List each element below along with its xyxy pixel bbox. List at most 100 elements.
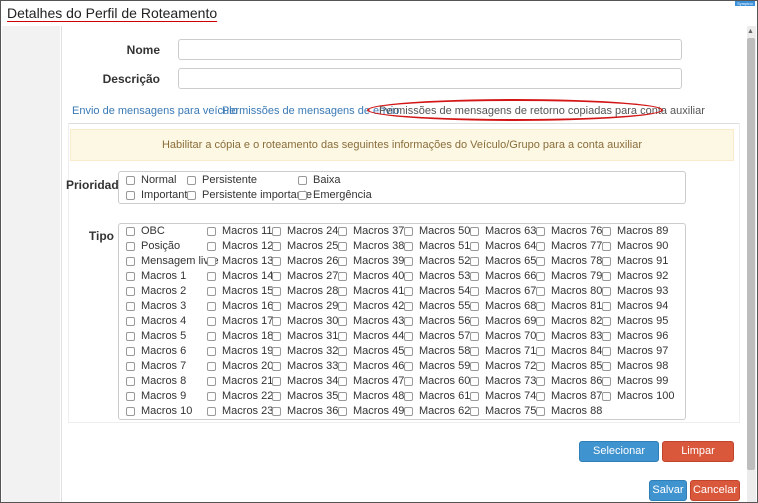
checkbox-tipo-item[interactable]: Macros 28 bbox=[272, 285, 338, 297]
checkbox-box[interactable] bbox=[338, 361, 347, 371]
checkbox-box[interactable] bbox=[470, 301, 479, 311]
checkbox-tipo-item[interactable]: Macros 19 bbox=[207, 345, 273, 357]
checkbox-box[interactable] bbox=[207, 226, 216, 236]
checkbox-box[interactable] bbox=[404, 361, 413, 371]
checkbox-box[interactable] bbox=[536, 286, 545, 296]
checkbox-box[interactable] bbox=[536, 256, 545, 266]
checkbox-box[interactable] bbox=[207, 406, 216, 416]
checkbox-tipo-item[interactable]: Macros 100 bbox=[602, 390, 674, 402]
checkbox-prioridade-normal[interactable]: Normal bbox=[126, 174, 176, 186]
checkbox-tipo-item[interactable]: Macros 13 bbox=[207, 255, 273, 267]
checkbox-prioridade-persistente[interactable]: Persistente bbox=[187, 174, 257, 186]
checkbox-tipo-item[interactable]: Macros 69 bbox=[470, 315, 536, 327]
checkbox-box[interactable] bbox=[207, 316, 216, 326]
checkbox-box[interactable] bbox=[207, 376, 216, 386]
checkbox-box[interactable] bbox=[536, 316, 545, 326]
checkbox-tipo-item[interactable]: Macros 64 bbox=[470, 240, 536, 252]
checkbox-box[interactable] bbox=[470, 361, 479, 371]
checkbox-box[interactable] bbox=[536, 361, 545, 371]
checkbox-box[interactable] bbox=[207, 286, 216, 296]
checkbox-tipo-item[interactable]: Macros 48 bbox=[338, 390, 404, 402]
checkbox-tipo-item[interactable]: Macros 12 bbox=[207, 240, 273, 252]
checkbox-tipo-item[interactable]: Macros 25 bbox=[272, 240, 338, 252]
checkbox-box[interactable] bbox=[470, 271, 479, 281]
checkbox-tipo-item[interactable]: Macros 49 bbox=[338, 405, 404, 417]
checkbox-tipo-item[interactable]: Macros 74 bbox=[470, 390, 536, 402]
checkbox-box[interactable] bbox=[338, 286, 347, 296]
checkbox-tipo-item[interactable]: Macros 96 bbox=[602, 330, 668, 342]
checkbox-box[interactable] bbox=[126, 256, 135, 266]
checkbox-box[interactable] bbox=[536, 376, 545, 386]
checkbox-tipo-item[interactable]: Macros 91 bbox=[602, 255, 668, 267]
checkbox-box[interactable] bbox=[126, 241, 135, 251]
checkbox-box[interactable] bbox=[338, 301, 347, 311]
checkbox-tipo-item[interactable]: Macros 83 bbox=[536, 330, 602, 342]
checkbox-box[interactable] bbox=[272, 271, 281, 281]
checkbox-tipo-item[interactable]: Macros 90 bbox=[602, 240, 668, 252]
checkbox-box[interactable] bbox=[126, 301, 135, 311]
descricao-input[interactable] bbox=[178, 68, 682, 89]
checkbox-tipo-item[interactable]: Macros 46 bbox=[338, 360, 404, 372]
checkbox-box[interactable] bbox=[207, 241, 216, 251]
checkbox-tipo-item[interactable]: Macros 11 bbox=[207, 225, 273, 237]
checkbox-box[interactable] bbox=[126, 331, 135, 341]
checkbox-tipo-item[interactable]: Macros 22 bbox=[207, 390, 273, 402]
checkbox-tipo-item[interactable]: Macros 94 bbox=[602, 300, 668, 312]
checkbox-box[interactable] bbox=[404, 286, 413, 296]
checkbox-tipo-item[interactable]: Macros 85 bbox=[536, 360, 602, 372]
checkbox-box[interactable] bbox=[207, 331, 216, 341]
checkbox-tipo-item[interactable]: Macros 57 bbox=[404, 330, 470, 342]
checkbox-box[interactable] bbox=[470, 376, 479, 386]
checkbox-prioridade-persistente-importante[interactable]: Persistente importante bbox=[187, 189, 312, 201]
checkbox-tipo-item[interactable]: Macros 67 bbox=[470, 285, 536, 297]
checkbox-box[interactable] bbox=[536, 406, 545, 416]
checkbox-tipo-item[interactable]: Macros 95 bbox=[602, 315, 668, 327]
checkbox-box[interactable] bbox=[602, 331, 611, 341]
checkbox-tipo-item[interactable]: Macros 61 bbox=[404, 390, 470, 402]
checkbox-tipo-item[interactable]: Macros 37 bbox=[338, 225, 404, 237]
checkbox-box[interactable] bbox=[602, 241, 611, 251]
checkbox-tipo-item[interactable]: Macros 23 bbox=[207, 405, 273, 417]
tab-envio-mensagens-veiculo[interactable]: Envio de mensagens para veículo bbox=[72, 105, 238, 117]
checkbox-tipo-item[interactable]: Macros 7 bbox=[126, 360, 186, 372]
checkbox-box[interactable] bbox=[272, 286, 281, 296]
checkbox-tipo-item[interactable]: Macros 18 bbox=[207, 330, 273, 342]
checkbox-tipo-item[interactable]: Macros 70 bbox=[470, 330, 536, 342]
checkbox-tipo-item[interactable]: Macros 47 bbox=[338, 375, 404, 387]
checkbox-box[interactable] bbox=[602, 286, 611, 296]
checkbox-tipo-item[interactable]: Macros 44 bbox=[338, 330, 404, 342]
checkbox-tipo-item[interactable]: Macros 68 bbox=[470, 300, 536, 312]
checkbox-box[interactable] bbox=[536, 241, 545, 251]
checkbox-box[interactable] bbox=[404, 301, 413, 311]
checkbox-box[interactable] bbox=[536, 391, 545, 401]
checkbox-tipo-item[interactable]: Macros 10 bbox=[126, 405, 192, 417]
checkbox-box[interactable] bbox=[126, 190, 135, 200]
checkbox-box[interactable] bbox=[536, 301, 545, 311]
vertical-scrollbar[interactable]: ▲ bbox=[746, 26, 756, 502]
checkbox-tipo-item[interactable]: Macros 58 bbox=[404, 345, 470, 357]
checkbox-box[interactable] bbox=[470, 286, 479, 296]
checkbox-box[interactable] bbox=[338, 226, 347, 236]
checkbox-box[interactable] bbox=[207, 391, 216, 401]
checkbox-box[interactable] bbox=[126, 271, 135, 281]
checkbox-box[interactable] bbox=[470, 241, 479, 251]
checkbox-tipo-item[interactable]: Macros 60 bbox=[404, 375, 470, 387]
checkbox-box[interactable] bbox=[187, 190, 196, 200]
checkbox-tipo-item[interactable]: Macros 29 bbox=[272, 300, 338, 312]
checkbox-box[interactable] bbox=[272, 301, 281, 311]
checkbox-tipo-item[interactable]: Macros 80 bbox=[536, 285, 602, 297]
checkbox-tipo-item[interactable]: Macros 3 bbox=[126, 300, 186, 312]
scroll-thumb[interactable] bbox=[747, 38, 755, 470]
checkbox-box[interactable] bbox=[536, 331, 545, 341]
checkbox-tipo-item[interactable]: Macros 98 bbox=[602, 360, 668, 372]
checkbox-box[interactable] bbox=[272, 391, 281, 401]
checkbox-tipo-item[interactable]: Macros 72 bbox=[470, 360, 536, 372]
checkbox-tipo-item[interactable]: Macros 79 bbox=[536, 270, 602, 282]
checkbox-box[interactable] bbox=[404, 376, 413, 386]
checkbox-tipo-item[interactable]: Macros 52 bbox=[404, 255, 470, 267]
checkbox-box[interactable] bbox=[126, 406, 135, 416]
checkbox-tipo-item[interactable]: Macros 40 bbox=[338, 270, 404, 282]
checkbox-tipo-item[interactable]: Macros 16 bbox=[207, 300, 273, 312]
checkbox-box[interactable] bbox=[207, 361, 216, 371]
checkbox-tipo-item[interactable]: Macros 55 bbox=[404, 300, 470, 312]
